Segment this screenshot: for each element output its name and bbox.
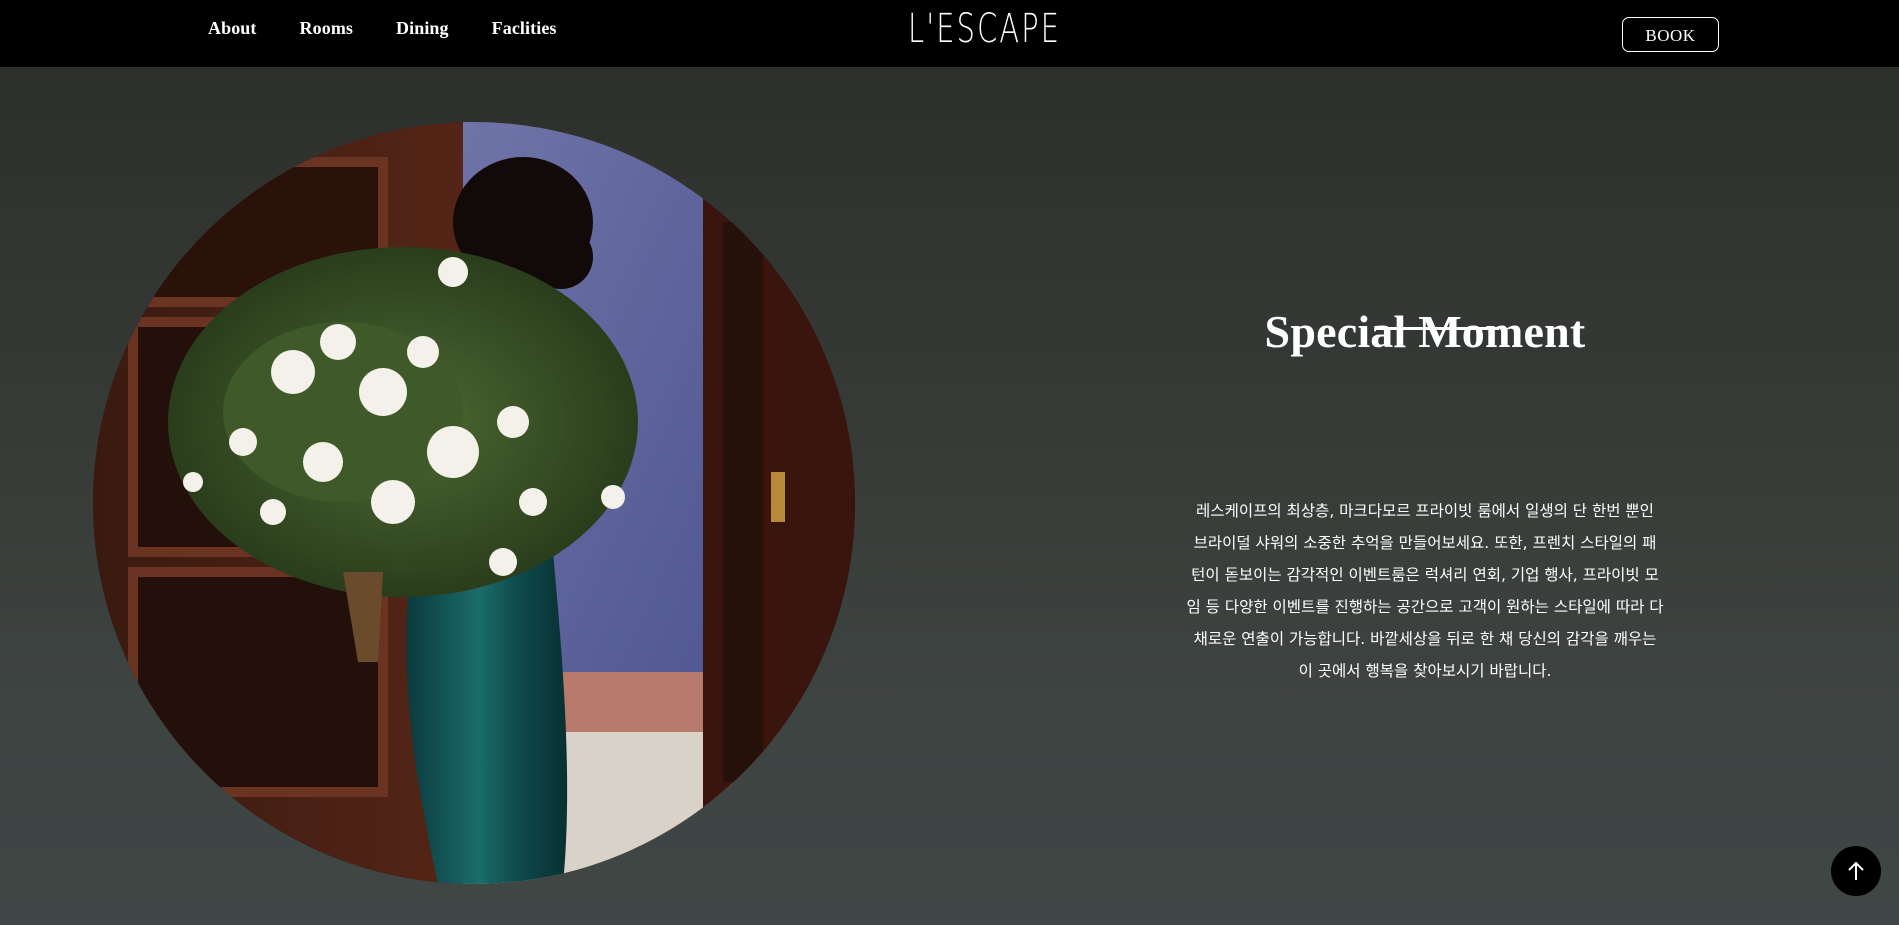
- nav-about-link[interactable]: About: [208, 18, 257, 39]
- site-header: About Rooms Dining Faclities L'ESCAPE BO…: [0, 0, 1899, 67]
- nav-facilities-link[interactable]: Faclities: [492, 18, 557, 39]
- scroll-to-top-button[interactable]: [1831, 846, 1881, 896]
- nav-dining-link[interactable]: Dining: [396, 18, 449, 39]
- description-line: 임 등 다양한 이벤트를 진행하는 공간으로 고객이 원하는 스타일에 따라 다: [1186, 598, 1664, 616]
- main-nav: About Rooms Dining Faclities: [208, 18, 557, 39]
- special-moment-section: Special Moment 레스케이프의 최상층, 마크다모르 프라이빗 룸에…: [0, 67, 1899, 925]
- section-title: Special Moment: [1264, 306, 1586, 358]
- description-line: 브라이덜 샤워의 소중한 추억을 만들어보세요. 또한, 프렌치 스타일의 패: [1193, 534, 1657, 552]
- description-line: 레스케이프의 최상층, 마크다모르 프라이빗 룸에서 일생의 단 한번 뿐인: [1196, 502, 1654, 520]
- nav-rooms-link[interactable]: Rooms: [300, 18, 354, 39]
- bouquet-photo: [93, 122, 855, 884]
- description-line: 채로운 연출이 가능합니다. 바깥세상을 뒤로 한 채 당신의 감각을 깨우는: [1193, 630, 1657, 648]
- title-underline: [1376, 327, 1499, 330]
- arrow-up-icon: [1848, 861, 1864, 880]
- site-logo[interactable]: L'ESCAPE: [908, 6, 1059, 52]
- description-line: 턴이 돋보이는 감각적인 이벤트룸은 럭셔리 연회, 기업 행사, 프라이빗 모: [1191, 566, 1659, 584]
- description-line: 이 곳에서 행복을 찾아보시기 바랍니다.: [1298, 662, 1552, 680]
- book-button[interactable]: BOOK: [1622, 17, 1719, 52]
- section-description: 레스케이프의 최상층, 마크다모르 프라이빗 룸에서 일생의 단 한번 뿐인 브…: [1178, 495, 1672, 687]
